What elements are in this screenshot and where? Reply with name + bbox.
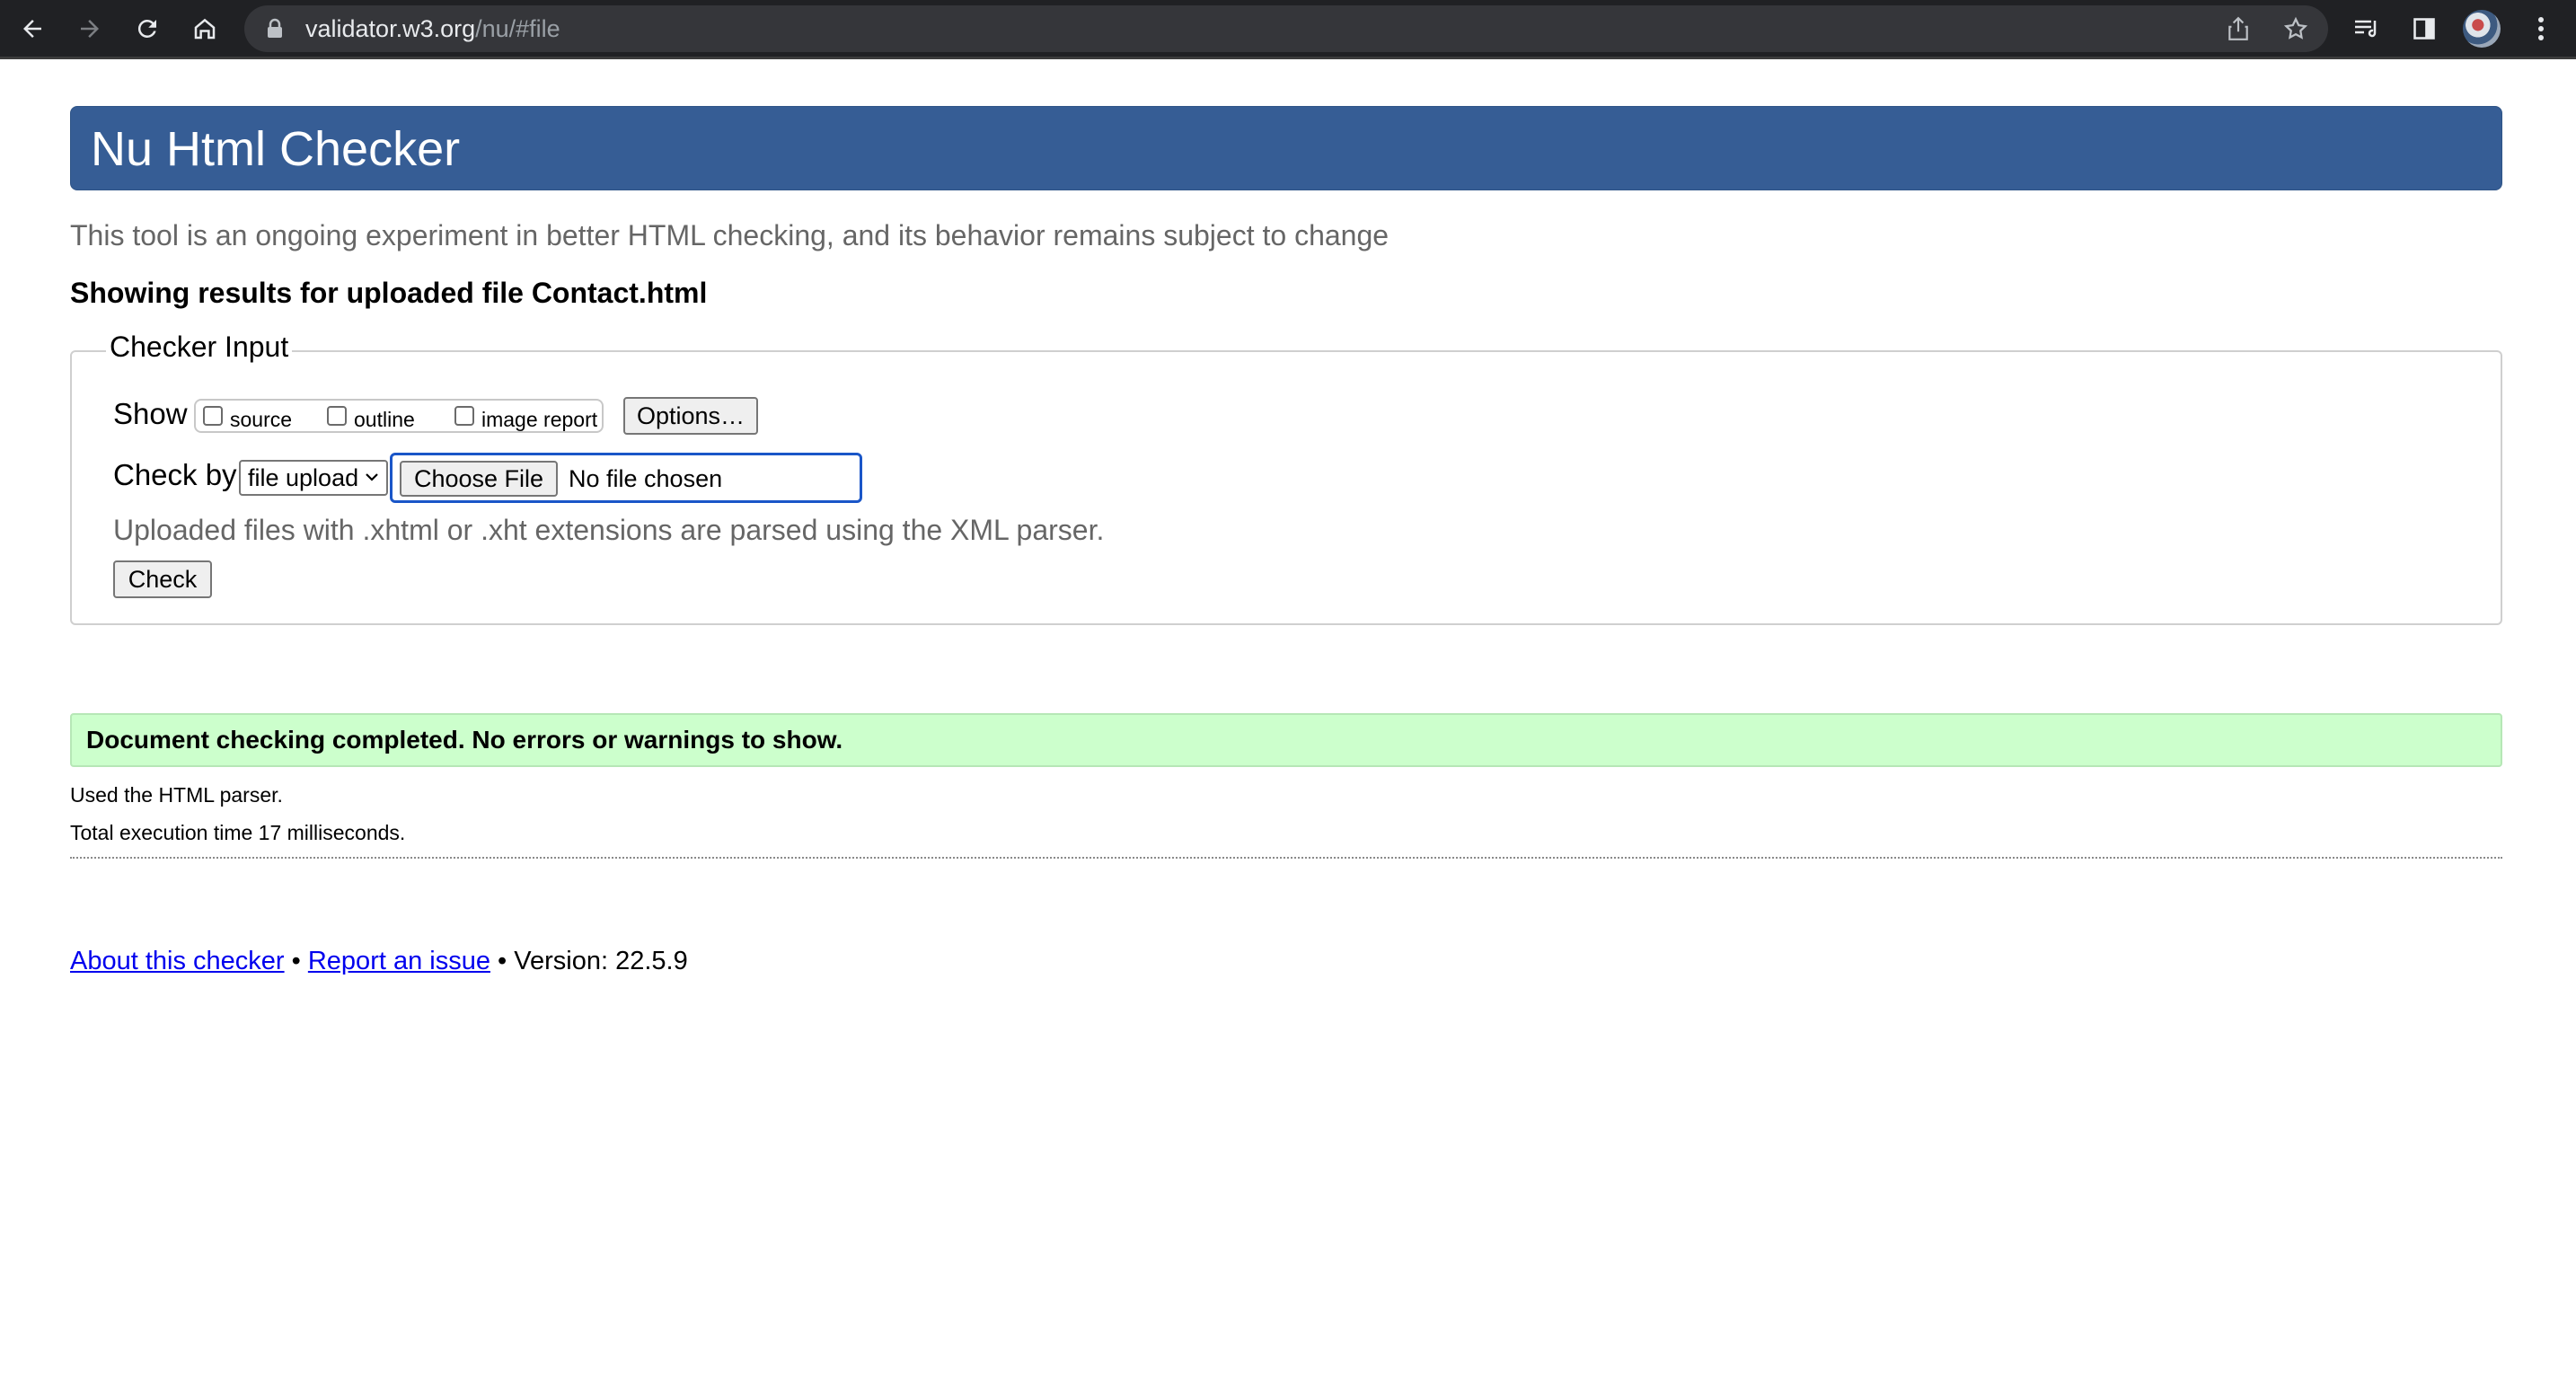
url-text: validator.w3.org/nu/#file: [305, 5, 560, 52]
profile-avatar[interactable]: [2461, 8, 2502, 49]
footer-separator-1: •: [291, 947, 301, 975]
check-by-value: file upload: [248, 464, 359, 491]
check-by-select[interactable]: file upload: [239, 460, 388, 496]
file-upload-input[interactable]: Choose File No file chosen: [390, 453, 862, 503]
home-icon[interactable]: [183, 7, 226, 50]
success-message: Document checking completed. No errors o…: [86, 726, 843, 754]
about-checker-link[interactable]: About this checker: [70, 947, 285, 975]
page-content: Nu Html Checker This tool is an ongoing …: [0, 59, 2576, 1376]
forward-icon[interactable]: [68, 7, 111, 50]
parser-note: Used the HTML parser.: [70, 783, 283, 807]
address-bar[interactable]: validator.w3.org/nu/#file: [244, 5, 2328, 52]
avatar-image: [2463, 10, 2501, 48]
reading-list-icon[interactable]: [2346, 8, 2387, 49]
choose-file-button[interactable]: Choose File: [400, 461, 558, 497]
outline-checkbox-label[interactable]: outline: [354, 408, 415, 432]
browser-toolbar: validator.w3.org/nu/#file: [0, 0, 2576, 59]
menu-kebab-icon[interactable]: [2520, 8, 2562, 49]
bookmark-star-icon[interactable]: [2278, 11, 2314, 47]
file-status-text: No file chosen: [569, 465, 723, 492]
checker-input-legend: Checker Input: [106, 331, 293, 364]
results-heading: Showing results for uploaded file Contac…: [70, 277, 708, 309]
share-icon[interactable]: [2220, 11, 2256, 47]
report-issue-link[interactable]: Report an issue: [308, 947, 490, 975]
lock-icon[interactable]: [266, 18, 284, 44]
reload-icon[interactable]: [126, 7, 169, 50]
image-report-checkbox[interactable]: [454, 406, 474, 426]
chevron-down-icon: [363, 462, 381, 502]
options-button[interactable]: Options…: [623, 397, 758, 435]
version-text: Version: 22.5.9: [514, 947, 688, 975]
source-checkbox[interactable]: [203, 406, 223, 426]
xml-parser-hint: Uploaded files with .xhtml or .xht exten…: [113, 514, 1105, 546]
source-checkbox-label[interactable]: source: [230, 408, 292, 432]
back-icon[interactable]: [11, 7, 54, 50]
side-panel-icon[interactable]: [2404, 8, 2445, 49]
check-by-label: Check by: [113, 458, 237, 491]
outline-checkbox[interactable]: [327, 406, 347, 426]
show-options-group: source outline image report: [194, 399, 604, 433]
url-host: validator.w3.org: [305, 15, 476, 42]
page-header: Nu Html Checker: [70, 106, 2502, 190]
image-report-checkbox-label[interactable]: image report: [481, 408, 597, 432]
show-label: Show: [113, 397, 188, 430]
check-button[interactable]: Check: [113, 560, 212, 598]
url-path: /nu/#file: [475, 15, 560, 42]
success-message-box: Document checking completed. No errors o…: [70, 713, 2502, 767]
tool-description: This tool is an ongoing experiment in be…: [70, 219, 1389, 251]
footer-separator-2: •: [498, 947, 507, 975]
execution-time: Total execution time 17 milliseconds.: [70, 821, 406, 844]
page-title: Nu Html Checker: [91, 122, 461, 176]
checker-input-fieldset: Checker Input Show source outline image …: [70, 331, 2502, 625]
divider: [70, 857, 2502, 859]
footer: About this checker • Report an issue • V…: [70, 947, 688, 976]
